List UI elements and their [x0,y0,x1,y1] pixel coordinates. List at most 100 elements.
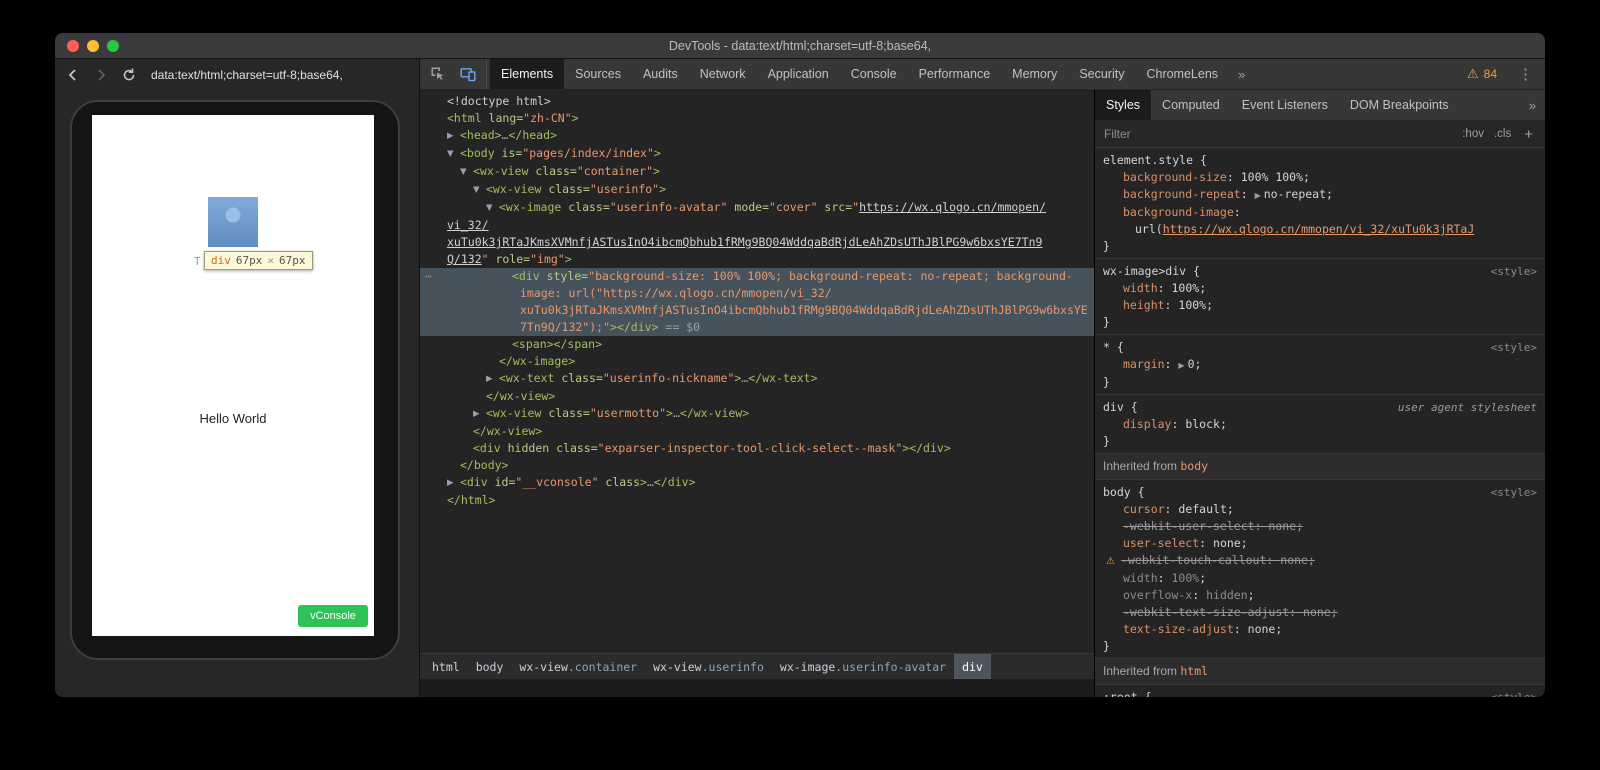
sidebar-tab-dom-breakpoints[interactable]: DOM Breakpoints [1339,90,1460,120]
pseudo-state-toggle[interactable]: :hov [1462,128,1484,140]
device-toolbar-icon[interactable] [455,62,481,86]
inspect-element-icon[interactable] [425,62,451,86]
breadcrumb-item[interactable]: wx-image.userinfo-avatar [772,654,954,679]
horizontal-scrollbar-track[interactable] [420,679,1094,697]
css-property[interactable]: width: 100%; [1095,570,1545,587]
collapsed-arrow-icon[interactable]: ▶ [486,371,499,388]
breadcrumb-item[interactable]: div [954,654,991,679]
reload-icon[interactable] [119,65,139,85]
css-property[interactable]: background-repeat: ▶no-repeat; [1095,186,1545,204]
forward-icon[interactable] [91,65,111,85]
address-bar[interactable]: data:text/html;charset=utf-8;base64, [151,68,343,82]
tab-performance[interactable]: Performance [908,59,1002,89]
sidebar-tab-computed[interactable]: Computed [1151,90,1231,120]
sidebar-tab-event-listeners[interactable]: Event Listeners [1231,90,1339,120]
breadcrumb-item[interactable]: html [424,654,468,679]
dom-tree-node[interactable]: vi_32/ [420,217,1094,234]
dom-tree-node[interactable]: </wx-view> [420,388,1094,405]
tab-chromelens[interactable]: ChromeLens [1135,59,1229,89]
sidebar-tab-styles[interactable]: Styles [1095,90,1151,120]
css-rule-selector[interactable]: :root { [1095,689,1545,697]
breadcrumb-item[interactable]: wx-view.userinfo [645,654,772,679]
dom-tree-node[interactable]: Q/132" role="img"> [420,251,1094,268]
dom-tree-node[interactable]: xuTu0k3jRTaJKmsXVMnfjASTusInO4ibcmQbhub1… [420,302,1094,319]
css-property[interactable]: height: 100%; [1095,297,1545,314]
userinfo-avatar-image[interactable] [208,197,258,247]
more-tabs-icon[interactable]: » [1229,59,1254,89]
breadcrumb-item[interactable]: body [468,654,512,679]
dom-tree-node[interactable]: </body> [420,457,1094,474]
css-property[interactable]: ⚠-webkit-touch-callout: none; [1095,552,1545,570]
css-property[interactable]: background-image: [1095,204,1545,221]
expanded-arrow-icon[interactable]: ▼ [473,182,486,199]
tab-memory[interactable]: Memory [1001,59,1068,89]
dom-tree-node[interactable]: <div hidden class="exparser-inspector-to… [420,440,1094,457]
css-rule-selector[interactable]: wx-image>div { [1095,263,1545,280]
css-property-value[interactable]: url(https://wx.qlogo.cn/mmopen/vi_32/xuT… [1095,221,1545,238]
css-property[interactable]: text-size-adjust: none; [1095,621,1545,638]
css-rule-selector[interactable]: element.style { [1095,152,1545,169]
node-overflow-icon[interactable]: ⋯ [425,268,432,285]
expanded-arrow-icon[interactable]: ▼ [460,164,473,181]
inherited-from-link[interactable]: body [1180,459,1208,473]
dom-tree-node[interactable]: ▶<head>…</head> [420,127,1094,145]
dom-tree-node[interactable]: <html lang="zh-CN"> [420,110,1094,127]
dom-tree-node[interactable]: </wx-image> [420,353,1094,370]
css-property[interactable]: display: block; [1095,416,1545,433]
dom-tree-node[interactable]: 7Tn9Q/132");"></div> == $0 [420,319,1094,336]
css-property[interactable]: overflow-x: hidden; [1095,587,1545,604]
window-titlebar[interactable]: DevTools - data:text/html;charset=utf-8;… [55,33,1545,59]
css-property[interactable]: -webkit-text-size-adjust: none; [1095,604,1545,621]
stylesheet-origin-link[interactable]: <style> [1491,484,1537,501]
expand-value-arrow-icon[interactable]: ▶ [1255,191,1261,200]
tab-console[interactable]: Console [840,59,908,89]
dom-tree-node[interactable]: ▶<wx-text class="userinfo-nickname">…</w… [420,370,1094,388]
tab-elements[interactable]: Elements [490,59,564,89]
dom-tree-node[interactable]: <!doctype html> [420,93,1094,110]
console-warnings-badge[interactable]: ⚠ 84 [1458,59,1506,89]
breadcrumb-item[interactable]: wx-view.container [511,654,645,679]
dom-tree-node[interactable]: ▼<body is="pages/index/index"> [420,145,1094,163]
expanded-arrow-icon[interactable]: ▼ [486,200,499,217]
css-property[interactable]: margin: ▶0; [1095,356,1545,374]
tab-application[interactable]: Application [757,59,840,89]
css-property[interactable]: cursor: default; [1095,501,1545,518]
stylesheet-origin-link[interactable]: <style> [1491,339,1537,356]
css-property[interactable]: background-size: 100% 100%; [1095,169,1545,186]
back-icon[interactable] [63,65,83,85]
stylesheet-origin-link[interactable]: <style> [1491,263,1537,280]
stylesheet-origin-link[interactable]: <style> [1491,689,1537,697]
dom-tree-node[interactable]: image: url("https://wx.qlogo.cn/mmopen/v… [420,285,1094,302]
minimize-window-button[interactable] [87,40,99,52]
tab-network[interactable]: Network [689,59,757,89]
tab-security[interactable]: Security [1068,59,1135,89]
css-property[interactable]: user-select: none; [1095,535,1545,552]
inherited-from-link[interactable]: html [1180,664,1208,678]
expand-value-arrow-icon[interactable]: ▶ [1178,361,1184,370]
expanded-arrow-icon[interactable]: ▼ [447,146,460,163]
collapsed-arrow-icon[interactable]: ▶ [447,128,460,145]
tab-audits[interactable]: Audits [632,59,689,89]
collapsed-arrow-icon[interactable]: ▶ [473,406,486,423]
kebab-menu-icon[interactable]: ⋮ [1506,59,1545,89]
css-rule-selector[interactable]: * { [1095,339,1545,356]
dom-tree-node[interactable]: </wx-view> [420,423,1094,440]
zoom-window-button[interactable] [107,40,119,52]
dom-tree-node[interactable]: ▶<div id="__vconsole" class>…</div> [420,474,1094,492]
element-class-toggle[interactable]: .cls [1494,128,1511,140]
css-url-link[interactable]: https://wx.qlogo.cn/mmopen/vi_32/xuTu0k3… [1163,222,1475,236]
dom-tree-node[interactable]: ▼<wx-view class="container"> [420,163,1094,181]
dom-tree-node[interactable]: ▶<wx-view class="usermotto">…</wx-view> [420,405,1094,423]
css-property[interactable]: width: 100%; [1095,280,1545,297]
dom-tree-node[interactable]: ⋯<div style="background-size: 100% 100%;… [420,268,1094,285]
tab-sources[interactable]: Sources [564,59,632,89]
new-style-rule-button[interactable]: + [1521,126,1536,143]
sidebar-more-tabs-icon[interactable]: » [1520,90,1545,120]
dom-tree-node[interactable]: </html> [420,492,1094,509]
dom-tree-node[interactable]: ▼<wx-image class="userinfo-avatar" mode=… [420,199,1094,217]
css-rule-selector[interactable]: body { [1095,484,1545,501]
close-window-button[interactable] [67,40,79,52]
collapsed-arrow-icon[interactable]: ▶ [447,475,460,492]
dom-tree-node[interactable]: <span></span> [420,336,1094,353]
vconsole-button[interactable]: vConsole [298,605,368,627]
